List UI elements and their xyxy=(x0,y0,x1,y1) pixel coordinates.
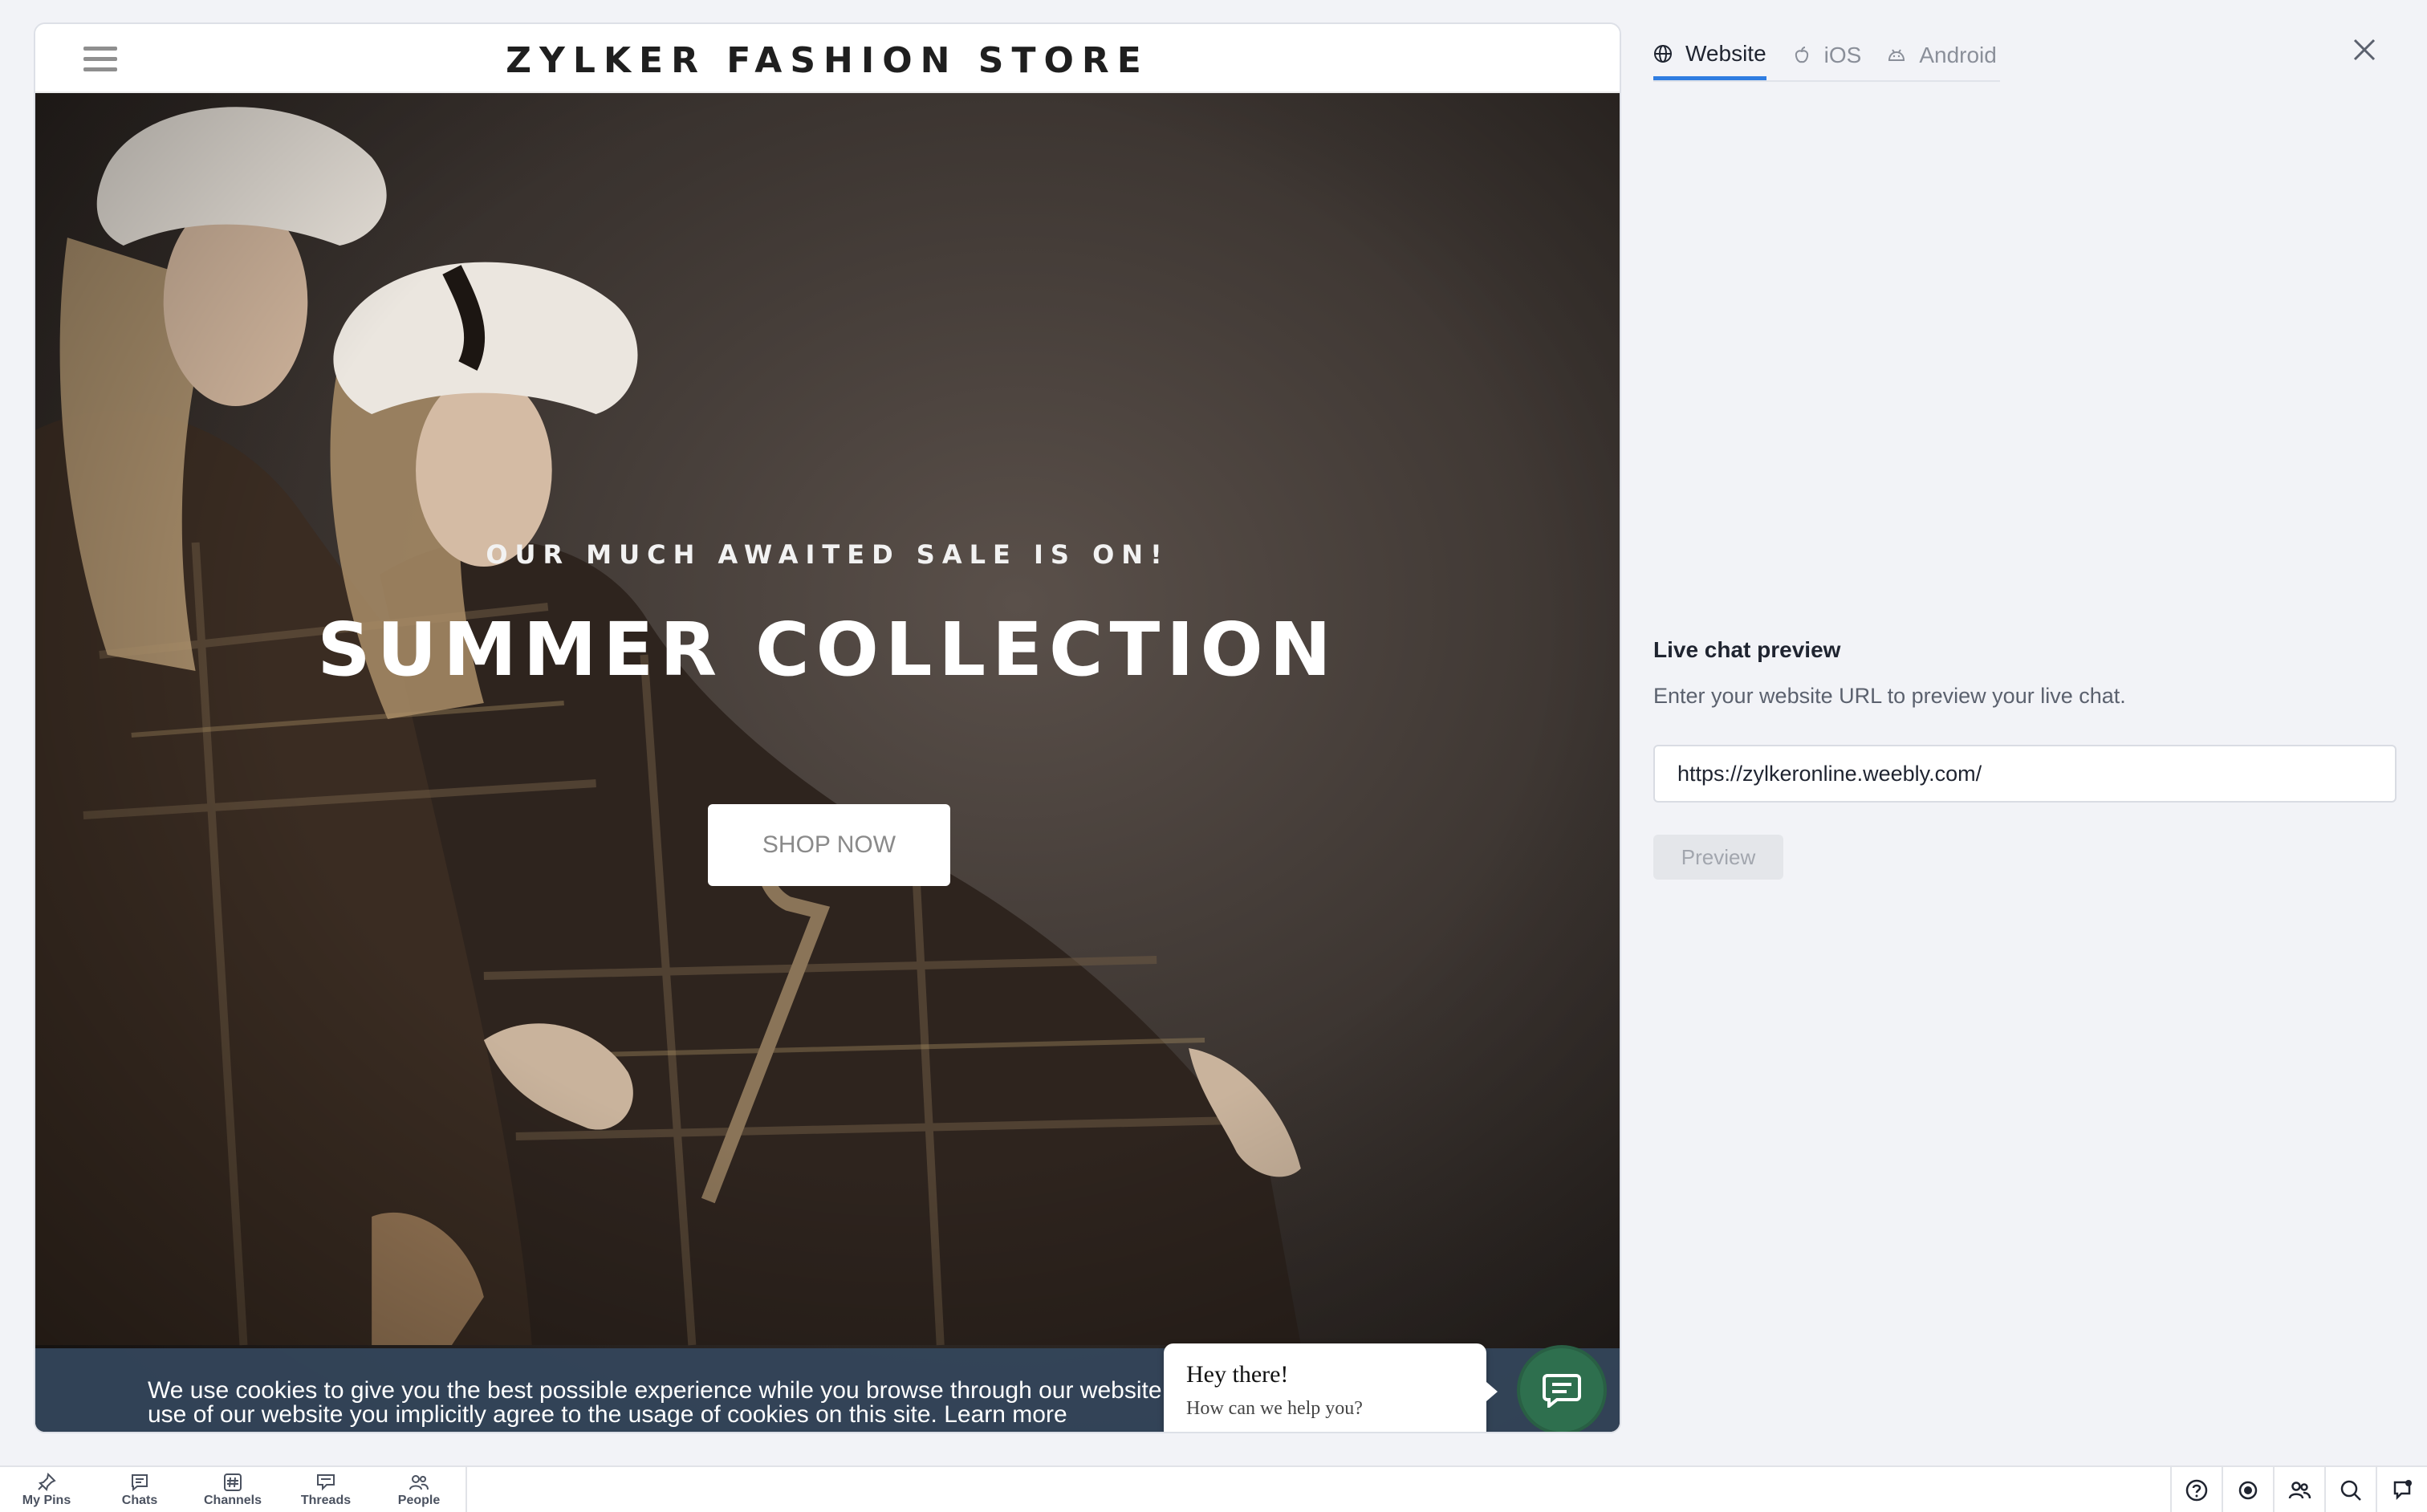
close-icon[interactable] xyxy=(2350,35,2379,64)
hero-kicker: OUR MUCH AWAITED SALE IS ON! xyxy=(486,539,1169,570)
nav-threads[interactable]: Threads xyxy=(279,1467,372,1512)
pin-icon xyxy=(38,1473,56,1491)
tab-ios-label: iOS xyxy=(1823,43,1862,67)
cookie-line-2-text: use of our website you implicitly agree … xyxy=(148,1401,937,1428)
threads-icon xyxy=(317,1474,335,1491)
chat-icon xyxy=(132,1474,148,1492)
chat-icon xyxy=(1543,1374,1581,1408)
store-title: ZYLKER FASHION STORE xyxy=(506,40,1149,81)
tab-website[interactable]: Website xyxy=(1653,30,1766,80)
nav-my-pins[interactable]: My Pins xyxy=(0,1467,93,1512)
live-chat-preview-heading: Live chat preview xyxy=(1653,637,1841,662)
bottom-nav-divider xyxy=(465,1467,467,1512)
nav-chats-label: Chats xyxy=(121,1494,158,1507)
cookie-line-2: use of our website you implicitly agree … xyxy=(148,1403,1191,1427)
chat-greeting: Hey there! xyxy=(1186,1361,1289,1388)
cookie-learn-more-link[interactable]: Learn more xyxy=(944,1401,1067,1428)
hero-title: SUMMER COLLECTION xyxy=(317,607,1338,693)
live-chat-preview-description: Enter your website URL to preview your l… xyxy=(1653,684,2126,708)
nav-people[interactable]: People xyxy=(372,1467,465,1512)
status-button[interactable] xyxy=(2222,1467,2273,1512)
tab-android[interactable]: Android xyxy=(1887,30,1997,80)
search-icon xyxy=(2340,1480,2361,1501)
nav-channels-label: Channels xyxy=(203,1494,262,1507)
hero-banner: OUR MUCH AWAITED SALE IS ON! SUMMER COLL… xyxy=(35,93,1620,1432)
bottom-navigation-bar: My Pins Chats Channels Threads People xyxy=(0,1465,2427,1512)
apple-icon xyxy=(1795,47,1808,63)
search-button[interactable] xyxy=(2324,1467,2376,1512)
tab-website-label: Website xyxy=(1685,40,1766,66)
website-preview-frame: ZYLKER FASHION STORE OUR MUCH AWAITED SA… xyxy=(34,22,1621,1433)
contacts-icon xyxy=(2288,1482,2311,1499)
site-header: ZYLKER FASHION STORE xyxy=(35,24,1620,93)
cookie-line-1: We use cookies to give you the best poss… xyxy=(148,1377,1169,1404)
nav-threads-label: Threads xyxy=(300,1494,352,1507)
cookie-message: We use cookies to give you the best poss… xyxy=(148,1379,1191,1427)
people-icon xyxy=(409,1475,429,1490)
hash-icon xyxy=(224,1473,242,1491)
website-url-input[interactable] xyxy=(1653,745,2397,803)
tab-android-label: Android xyxy=(1919,43,1997,67)
android-icon xyxy=(1888,49,1905,61)
status-icon xyxy=(2238,1481,2258,1500)
nav-chats[interactable]: Chats xyxy=(93,1467,186,1512)
nav-my-pins-label: My Pins xyxy=(22,1494,71,1507)
bottom-nav-left: My Pins Chats Channels Threads People xyxy=(0,1467,465,1512)
shop-now-button[interactable]: SHOP NOW xyxy=(708,804,950,886)
nav-people-label: People xyxy=(397,1494,441,1507)
notifications-button[interactable] xyxy=(2376,1467,2427,1512)
chat-launcher-button[interactable] xyxy=(1517,1345,1607,1432)
tab-ios[interactable]: iOS xyxy=(1792,30,1862,80)
help-icon xyxy=(2185,1479,2208,1502)
help-button[interactable] xyxy=(2170,1467,2222,1512)
globe-icon xyxy=(1654,44,1672,63)
hero-photo xyxy=(35,93,1620,1432)
chat-greeting-bubble[interactable]: Hey there! How can we help you? xyxy=(1164,1343,1498,1432)
nav-channels[interactable]: Channels xyxy=(186,1467,279,1512)
preview-button[interactable]: Preview xyxy=(1653,835,1783,880)
chat-prompt: How can we help you? xyxy=(1186,1398,1363,1419)
contacts-button[interactable] xyxy=(2273,1467,2324,1512)
platform-tabs: Website iOS Android xyxy=(1653,30,2000,82)
bottom-nav-right xyxy=(2170,1467,2427,1512)
notifications-icon xyxy=(2393,1480,2412,1501)
